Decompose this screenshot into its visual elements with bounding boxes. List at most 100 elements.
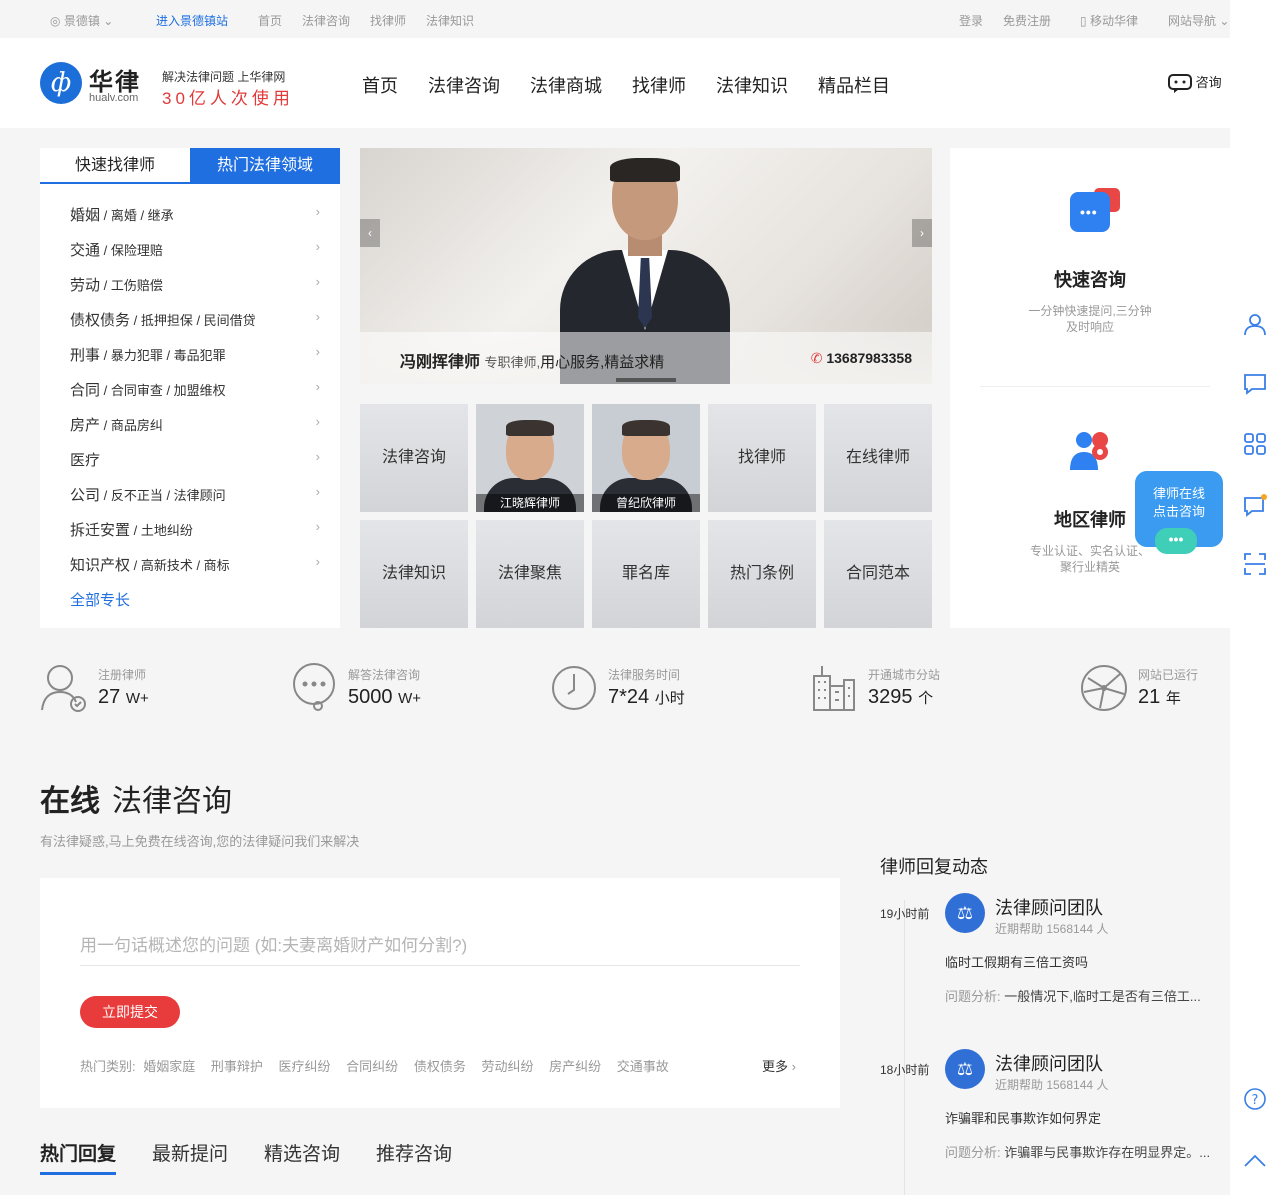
- mobile-link[interactable]: ▯ 移动华律: [1080, 12, 1138, 29]
- grid-icon[interactable]: [1243, 432, 1267, 456]
- category-item[interactable]: 知识产权 / 高新技术 / 商标 ›: [70, 554, 320, 589]
- tab-hot-replies[interactable]: 热门回复: [40, 1139, 117, 1175]
- hot-category-link[interactable]: 房产纠纷: [549, 1059, 601, 1074]
- slogan-top: 解决法律问题 上华律网: [162, 70, 286, 84]
- quick-consult-title[interactable]: 快速咨询: [950, 266, 1230, 292]
- chat-icon: [1168, 73, 1192, 93]
- hot-category-link[interactable]: 刑事辩护: [211, 1059, 263, 1074]
- category-list: 婚姻 / 离婚 / 继承 › 交通 / 保险理赔 › 劳动 / 工伤赔偿 › 债权债务…: [70, 204, 320, 610]
- nav-home[interactable]: 首页: [362, 72, 398, 98]
- site-nav-link[interactable]: 网站导航 ⌄: [1168, 12, 1229, 29]
- scan-icon[interactable]: [1243, 552, 1267, 576]
- category-item[interactable]: 婚姻 / 离婚 / 继承 ›: [70, 204, 320, 239]
- category-item[interactable]: 合同 / 合同审查 / 加盟维权 ›: [70, 379, 320, 414]
- phone-icon: ▯: [1080, 14, 1090, 28]
- category-item[interactable]: 债权债务 / 抵押担保 / 民间借贷 ›: [70, 309, 320, 344]
- register-link[interactable]: 免费注册: [1003, 12, 1051, 29]
- top-link-home[interactable]: 首页: [258, 12, 282, 29]
- location-pin-icon: ◎: [50, 14, 61, 28]
- section-subtitle: 有法律疑惑,马上免费在线咨询,您的法律疑问我们来解决: [40, 834, 360, 849]
- station-link[interactable]: 进入景德镇站: [156, 12, 228, 29]
- tile-hot-regulations[interactable]: 热门条例: [708, 520, 816, 628]
- top-bar: ◎ 景德镇 ⌄ 进入景德镇站 首页 法律咨询 找律师 法律知识 登录 免费注册 …: [0, 0, 1230, 38]
- header-consult-button[interactable]: 咨询: [1168, 72, 1222, 94]
- category-item[interactable]: 医疗 ›: [70, 449, 320, 484]
- clock-icon: [552, 666, 596, 710]
- all-specialties-link[interactable]: 全部专长: [70, 589, 320, 610]
- nav-knowledge[interactable]: 法律知识: [716, 72, 788, 98]
- tile-contract-templates[interactable]: 合同范本: [824, 520, 932, 628]
- reply-analysis: 问题分析: 一般情况下,临时工是否有三倍工...: [945, 989, 1201, 1004]
- building-icon: [813, 666, 855, 711]
- top-link-lawyer[interactable]: 找律师: [370, 12, 406, 29]
- hot-category-link[interactable]: 医疗纠纷: [279, 1059, 331, 1074]
- city-selector[interactable]: ◎ 景德镇 ⌄: [50, 12, 113, 29]
- category-item[interactable]: 刑事 / 暴力犯罪 / 毒品犯罪 ›: [70, 344, 320, 379]
- timeline-line: [904, 900, 905, 1195]
- chevron-right-icon: ›: [315, 484, 320, 499]
- hot-category-link[interactable]: 合同纠纷: [346, 1059, 398, 1074]
- nav-featured[interactable]: 精品栏目: [818, 72, 890, 98]
- category-item[interactable]: 房产 / 商品房纠 ›: [70, 414, 320, 449]
- banner-prev-button[interactable]: ‹: [360, 219, 380, 247]
- nav-consult[interactable]: 法律咨询: [428, 72, 500, 98]
- tile-legal-focus[interactable]: 法律聚焦: [476, 520, 584, 628]
- chat-notification-icon[interactable]: [1243, 494, 1267, 518]
- tab-hot-fields[interactable]: 热门法律领域: [190, 148, 340, 184]
- slogan-bottom: 30亿人次使用: [162, 89, 294, 108]
- tile-find-lawyer[interactable]: 找律师: [708, 404, 816, 512]
- reply-analysis: 问题分析: 诈骗罪与民事欺诈存在明显界定。...: [945, 1145, 1211, 1160]
- tab-selected-consults[interactable]: 精选咨询: [264, 1139, 340, 1166]
- question-input[interactable]: [80, 926, 800, 966]
- category-item[interactable]: 拆迁安置 / 土地纠纷 ›: [70, 519, 320, 554]
- more-categories-link[interactable]: 更多 ›: [762, 1056, 796, 1075]
- reply-lawyer-name[interactable]: 法律顾问团队: [995, 1050, 1103, 1076]
- hot-category-link[interactable]: 债权债务: [414, 1059, 466, 1074]
- replies-title: 律师回复动态: [880, 857, 988, 877]
- logo-mark[interactable]: ф: [40, 62, 82, 104]
- tile-crime-library[interactable]: 罪名库: [592, 520, 700, 628]
- carousel-indicator[interactable]: [616, 378, 676, 382]
- reply-lawyer-name[interactable]: 法律顾问团队: [995, 894, 1103, 920]
- login-link[interactable]: 登录: [959, 12, 983, 29]
- avatar[interactable]: ⚖: [945, 1049, 985, 1089]
- service-panel: ••• 快速咨询 一分钟快速提问,三分钟 及时响应 地区律师 专业认证、实名认证…: [950, 148, 1230, 628]
- banner-next-button[interactable]: ›: [912, 219, 932, 247]
- tab-latest-questions[interactable]: 最新提问: [152, 1139, 228, 1166]
- chevron-right-icon: ›: [315, 344, 320, 359]
- tile-legal-consult[interactable]: 法律咨询: [360, 404, 468, 512]
- tab-recommended-consults[interactable]: 推荐咨询: [376, 1139, 452, 1166]
- category-item[interactable]: 公司 / 反不正当 / 法律顾问 ›: [70, 484, 320, 519]
- tile-lawyer-2[interactable]: 曾纪欣律师: [592, 404, 700, 512]
- chevron-right-icon: ›: [791, 1059, 796, 1074]
- back-to-top-icon[interactable]: [1243, 1148, 1267, 1172]
- hot-category-link[interactable]: 婚姻家庭: [143, 1059, 195, 1074]
- category-item[interactable]: 劳动 / 工伤赔偿 ›: [70, 274, 320, 309]
- nav-mall[interactable]: 法律商城: [530, 72, 602, 98]
- hot-category-link[interactable]: 劳动纠纷: [481, 1059, 533, 1074]
- lawyer-banner[interactable]: ‹ › 冯刚挥律师 专职律师,用心服务,精益求精 ✆ 13687983358: [360, 148, 932, 384]
- logo-domain: hualv.com: [89, 92, 139, 104]
- hot-category-link[interactable]: 交通事故: [617, 1059, 669, 1074]
- chevron-right-icon: ›: [315, 449, 320, 464]
- tab-quick-find-lawyer[interactable]: 快速找律师: [40, 148, 190, 184]
- submit-question-button[interactable]: 立即提交: [80, 996, 180, 1028]
- tile-lawyer-1[interactable]: 江晓辉律师: [476, 404, 584, 512]
- reply-question[interactable]: 诈骗罪和民事欺诈如何界定: [945, 1108, 1101, 1127]
- section-title: 在线 法律咨询: [40, 785, 232, 818]
- top-link-knowledge[interactable]: 法律知识: [426, 12, 474, 29]
- tile-online-lawyer[interactable]: 在线律师: [824, 404, 932, 512]
- reply-question[interactable]: 临时工假期有三倍工资吗: [945, 952, 1088, 971]
- tile-legal-knowledge[interactable]: 法律知识: [360, 520, 468, 628]
- scales-icon: ⚖: [956, 903, 974, 923]
- right-toolbar: ?: [1230, 0, 1280, 1195]
- chat-bubble-icon: [293, 663, 335, 711]
- message-icon[interactable]: [1243, 372, 1267, 396]
- top-link-consult[interactable]: 法律咨询: [302, 12, 350, 29]
- avatar[interactable]: ⚖: [945, 893, 985, 933]
- help-icon[interactable]: ?: [1243, 1087, 1267, 1111]
- nav-find-lawyer[interactable]: 找律师: [632, 72, 686, 98]
- scales-icon: ⚖: [956, 1059, 974, 1079]
- category-item[interactable]: 交通 / 保险理赔 ›: [70, 239, 320, 274]
- user-icon[interactable]: [1243, 312, 1267, 336]
